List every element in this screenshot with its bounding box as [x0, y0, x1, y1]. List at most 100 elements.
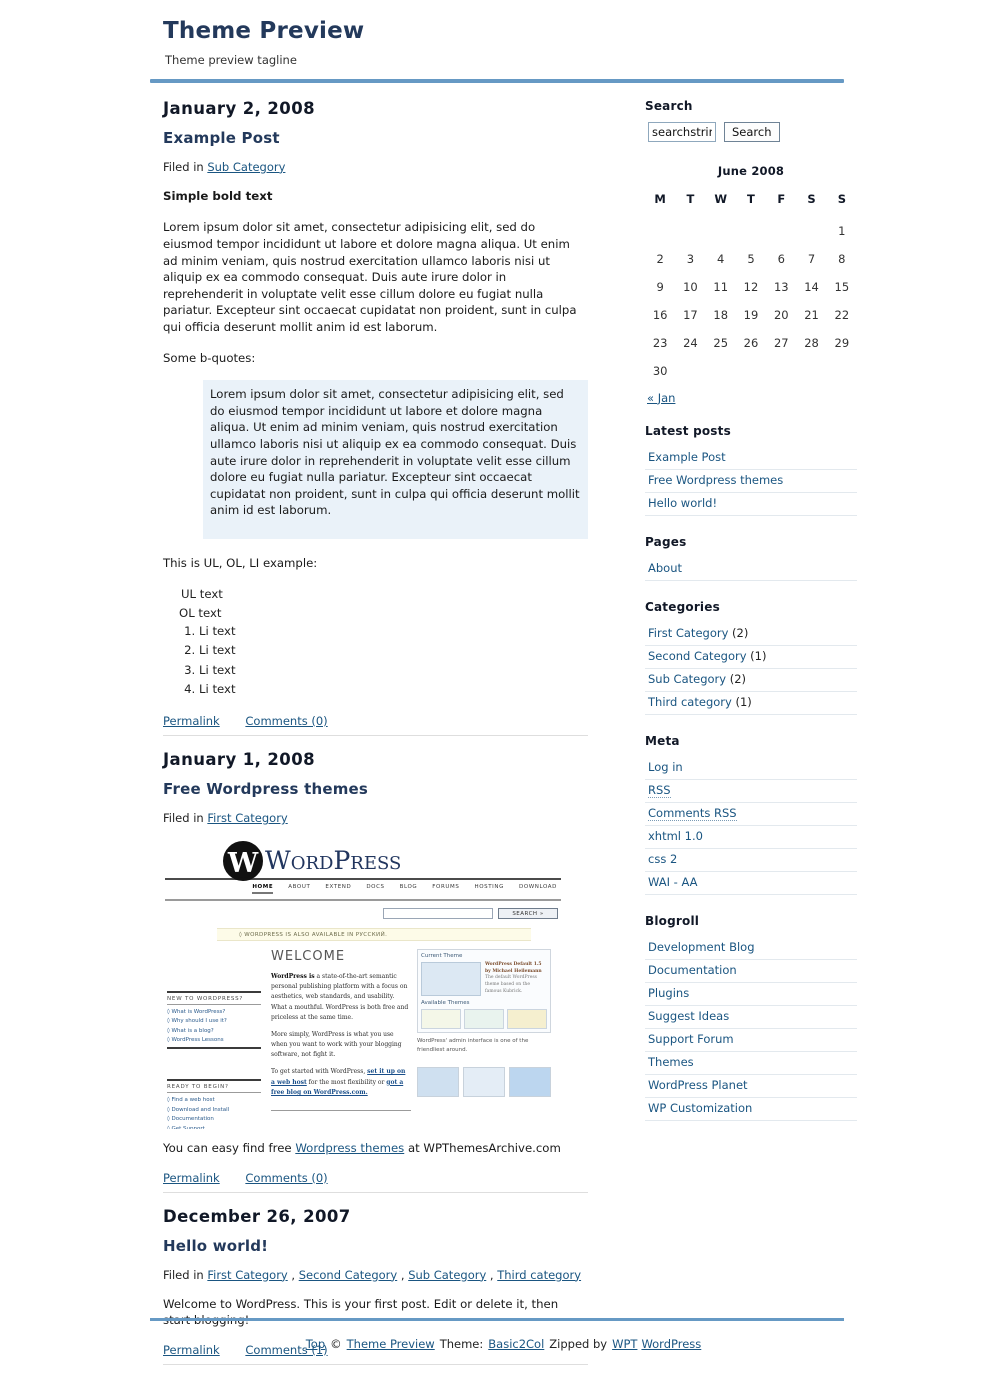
list-item[interactable]: Documentation	[645, 960, 857, 983]
calendar-day: 18	[713, 307, 729, 322]
list-item[interactable]: Themes	[645, 1052, 857, 1075]
list-item[interactable]: Hello world!	[645, 493, 857, 516]
wp-para-lead: WordPress is	[271, 972, 315, 980]
comments-link[interactable]: Comments (0)	[245, 714, 327, 728]
list-item[interactable]: WP Customization	[645, 1098, 857, 1121]
footer-copyright-symbol: ©	[330, 1337, 342, 1351]
page-title[interactable]: Theme Preview	[163, 18, 1007, 46]
wordmark-ord: ORD	[290, 852, 334, 874]
post-title[interactable]: Free Wordpress themes	[163, 780, 588, 798]
widget-meta: Meta Log in RSS Comments RSS xhtml 1.0 c…	[645, 734, 857, 895]
list-item-link[interactable]: WordPress Planet	[648, 1078, 748, 1092]
post-title[interactable]: Hello world!	[163, 1237, 588, 1255]
list-item[interactable]: Plugins	[645, 983, 857, 1006]
calendar-footer: « Jan	[645, 391, 857, 405]
wpt-link[interactable]: WPT	[612, 1337, 637, 1351]
list-item-link[interactable]: Support Forum	[648, 1032, 734, 1046]
list-item-link[interactable]: First Category	[648, 626, 728, 640]
site-name-link[interactable]: Theme Preview	[347, 1337, 435, 1351]
calendar-day: 13	[773, 279, 789, 294]
list-item[interactable]: xhtml 1.0	[645, 826, 857, 849]
calendar-day: 4	[717, 251, 725, 266]
calendar-day: 10	[683, 279, 698, 294]
list-item-link[interactable]: Third category	[648, 695, 732, 709]
widget-pages: Pages About	[645, 535, 857, 581]
widget-list: First Category (2) Second Category (1) S…	[645, 623, 857, 715]
list-item[interactable]: WordPress Planet	[645, 1075, 857, 1098]
list-item-link[interactable]: css 2	[648, 852, 677, 866]
category-link[interactable]: First Category	[207, 811, 287, 825]
list-item-link[interactable]: Free Wordpress themes	[648, 473, 783, 487]
category-link[interactable]: Sub Category	[408, 1268, 486, 1282]
list-item[interactable]: Sub Category (2)	[645, 669, 857, 692]
list-item[interactable]: Development Blog	[645, 937, 857, 960]
weekday-wed: W	[714, 191, 728, 206]
list-item[interactable]: Second Category (1)	[645, 646, 857, 669]
list-item-link[interactable]: Comments RSS	[648, 806, 737, 822]
wp-paragraph-3: To get started with WordPress, set it up…	[271, 1067, 411, 1098]
item-count: (2)	[728, 626, 749, 641]
calendar-day	[645, 217, 675, 245]
list-item[interactable]: Support Forum	[645, 1029, 857, 1052]
list-item-link[interactable]: xhtml 1.0	[648, 829, 703, 843]
post-title[interactable]: Example Post	[163, 129, 588, 147]
wp-logo-row: W WORDPRESS	[165, 839, 561, 883]
list-item-link[interactable]: Documentation	[648, 963, 737, 977]
category-link[interactable]: Second Category	[299, 1268, 398, 1282]
search-button[interactable]: Search	[724, 121, 780, 142]
list-item[interactable]: Third category (1)	[645, 692, 857, 715]
wordpress-link[interactable]: WordPress	[641, 1337, 701, 1351]
calendar-day: 30	[652, 363, 668, 378]
wp-theme-thumb	[507, 1008, 547, 1029]
list-item[interactable]: Example Post	[645, 447, 857, 470]
site-footer: Top © Theme Preview Theme: Basic2Col Zipped b…	[0, 1337, 1007, 1351]
theme-name-link[interactable]: Basic2Col	[488, 1337, 544, 1351]
wp-link: ◊ What is a blog?	[167, 1027, 214, 1034]
list-item-link[interactable]: Hello world!	[648, 496, 717, 510]
weekday-tue: T	[686, 191, 695, 206]
list-item-link[interactable]: WP Customization	[648, 1101, 752, 1115]
category-link[interactable]: Third category	[497, 1268, 581, 1282]
list-item[interactable]: Comments RSS	[645, 803, 857, 826]
wp-divider	[271, 1110, 411, 1112]
list-item[interactable]: About	[645, 558, 857, 581]
wp-link: ◊ Download and Install	[167, 1106, 230, 1113]
search-input[interactable]	[648, 121, 716, 142]
list-item[interactable]: Log in	[645, 757, 857, 780]
comments-link[interactable]: Comments (0)	[245, 1171, 327, 1185]
list-item[interactable]: WAI - AA	[645, 872, 857, 895]
wp-language-banner: ◊ WORDPRESS IS ALSO AVAILABLE IN РУССКИЙ…	[217, 927, 531, 941]
list-item-link[interactable]: About	[648, 561, 682, 575]
list-item-link[interactable]: Second Category	[648, 649, 747, 663]
site-header: Theme Preview Theme preview tagline	[0, 0, 1007, 67]
list-item[interactable]: RSS	[645, 780, 857, 803]
filed-in-label: Filed in	[163, 810, 204, 825]
list-item-link[interactable]: Log in	[648, 760, 683, 774]
list-item-link[interactable]: Suggest Ideas	[648, 1009, 729, 1023]
wp-nav-home: HOME	[252, 884, 274, 894]
wordpress-themes-link[interactable]: Wordpress themes	[295, 1141, 404, 1155]
list-item-link[interactable]: WAI - AA	[648, 875, 698, 889]
permalink-link[interactable]: Permalink	[163, 714, 220, 728]
list-item-link[interactable]: Plugins	[648, 986, 689, 1000]
wp-para-rest: a state-of-the-art semantic personal pub…	[271, 972, 409, 1021]
list-item-link[interactable]: Sub Category	[648, 672, 726, 686]
widget-heading: Meta	[645, 733, 680, 748]
list-item[interactable]: css 2	[645, 849, 857, 872]
list-item-link[interactable]: RSS	[648, 783, 671, 799]
calendar-day: 16	[652, 307, 668, 322]
category-link[interactable]: First Category	[207, 1268, 287, 1282]
list-item-link[interactable]: Development Blog	[648, 940, 755, 954]
list-item-link[interactable]: Themes	[648, 1055, 694, 1069]
permalink-link[interactable]: Permalink	[163, 1171, 220, 1185]
list-item[interactable]: Free Wordpress themes	[645, 470, 857, 493]
calendar-day: 25	[713, 335, 729, 350]
top-link[interactable]: Top	[306, 1337, 325, 1351]
wp-new-box-title: NEW TO WORDPRESS?	[167, 990, 261, 1005]
list-intro: This is UL, OL, LI example:	[163, 556, 318, 571]
list-item-link[interactable]: Example Post	[648, 450, 726, 464]
calendar-prev-link[interactable]: « Jan	[647, 391, 675, 405]
list-item[interactable]: Suggest Ideas	[645, 1006, 857, 1029]
list-item[interactable]: First Category (2)	[645, 623, 857, 646]
category-link[interactable]: Sub Category	[207, 160, 285, 174]
